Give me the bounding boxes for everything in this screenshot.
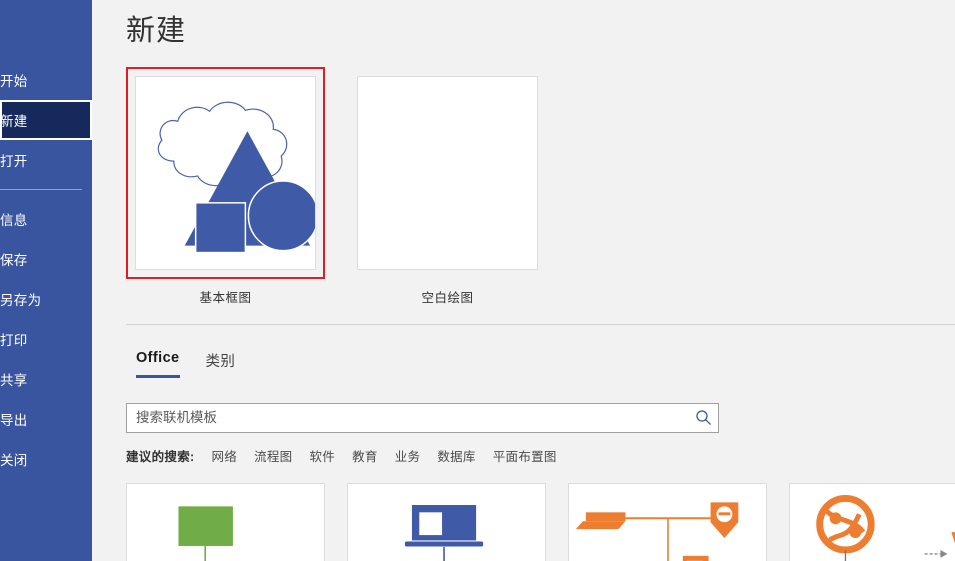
suggested-link-floorplan[interactable]: 平面布置图	[493, 446, 557, 465]
orange-globe-network-icon: S	[816, 494, 955, 561]
sidebar-item-label: 导出	[0, 413, 28, 428]
sidebar-item-label: 打开	[0, 154, 28, 169]
sidebar-item-label: 信息	[0, 213, 28, 228]
online-template-card[interactable]	[347, 482, 546, 561]
sidebar-item-label: 共享	[0, 373, 28, 388]
sidebar-item-save[interactable]: 保存	[0, 239, 92, 279]
template-thumbnail	[135, 75, 316, 270]
online-template-card[interactable]: S	[789, 482, 955, 561]
sidebar-item-close[interactable]: 关闭	[0, 439, 92, 479]
template-thumbnail-frame	[126, 66, 325, 279]
backstage-view: 开始 新建 打开 信息 保存 另存为 打印 共享 导出 关闭 新建 基本框图 空…	[0, 0, 955, 561]
online-template-thumbnail[interactable]	[568, 482, 767, 561]
search-bar	[126, 402, 719, 433]
main-content: 新建 基本框图 空白绘图 Office 类别 搜索联机模板 建议的搜索: 网络 …	[92, 0, 955, 561]
green-rect-connector-icon	[178, 506, 233, 561]
tab-label: 类别	[205, 353, 236, 370]
search-icon	[695, 410, 711, 426]
sidebar-item-label: 新建	[0, 114, 28, 129]
sidebar-item-label: 开始	[0, 74, 28, 89]
online-template-card[interactable]	[568, 482, 767, 561]
sidebar-item-info[interactable]: 信息	[0, 199, 92, 239]
online-template-thumbnail[interactable]	[126, 482, 325, 561]
sidebar-item-open[interactable]: 打开	[0, 140, 92, 180]
suggested-link-database[interactable]: 数据库	[437, 446, 475, 465]
template-thumbnail	[357, 75, 538, 270]
search-button[interactable]	[689, 405, 717, 431]
sidebar-item-save-as[interactable]: 另存为	[0, 279, 92, 319]
suggested-searches: 建议的搜索: 网络 流程图 软件 教育 业务 数据库 平面布置图	[126, 446, 955, 465]
template-label: 基本框图	[199, 290, 252, 305]
suggested-link-network[interactable]: 网络	[211, 446, 237, 465]
sidebar-item-new[interactable]: 新建	[0, 100, 92, 140]
online-template-thumbnail[interactable]	[347, 482, 546, 561]
sidebar-nav: 开始 新建 打开 信息 保存 另存为 打印 共享 导出 关闭	[0, 0, 92, 561]
search-input[interactable]	[126, 402, 719, 433]
sidebar-item-share[interactable]: 共享	[0, 359, 92, 399]
section-divider	[126, 323, 955, 325]
sidebar-item-start[interactable]: 开始	[0, 60, 92, 100]
template-thumbnail-frame	[348, 66, 547, 279]
sidebar-item-export[interactable]: 导出	[0, 399, 92, 439]
suggested-link-flowchart[interactable]: 流程图	[254, 446, 292, 465]
template-source-tabs: Office 类别	[126, 350, 955, 378]
shapes-diagram-icon	[157, 101, 315, 254]
tab-categories[interactable]: 类别	[206, 350, 236, 378]
page-title: 新建	[126, 15, 187, 47]
suggested-link-education[interactable]: 教育	[352, 446, 378, 465]
suggested-link-software[interactable]: 软件	[309, 446, 335, 465]
orange-network-map-icon	[575, 502, 739, 561]
featured-templates: 基本框图 空白绘图	[126, 66, 955, 306]
suggested-searches-label: 建议的搜索:	[126, 449, 195, 464]
sidebar-divider	[0, 189, 82, 190]
tab-label: Office	[136, 349, 180, 366]
online-templates-grid: S	[126, 482, 955, 561]
suggested-link-business[interactable]: 业务	[395, 446, 421, 465]
sidebar-item-label: 另存为	[0, 293, 42, 308]
sidebar-item-label: 打印	[0, 333, 28, 348]
online-template-card[interactable]	[126, 482, 325, 561]
sidebar-item-label: 关闭	[0, 453, 28, 468]
tab-office[interactable]: Office	[136, 350, 180, 378]
online-template-thumbnail[interactable]: S	[789, 482, 955, 561]
template-card-basic-diagram[interactable]: 基本框图	[126, 66, 325, 306]
sidebar-item-print[interactable]: 打印	[0, 319, 92, 359]
template-label: 空白绘图	[421, 290, 474, 305]
blue-laptop-icon	[403, 503, 485, 561]
template-card-blank-drawing[interactable]: 空白绘图	[348, 66, 547, 306]
sidebar-item-label: 保存	[0, 253, 28, 268]
